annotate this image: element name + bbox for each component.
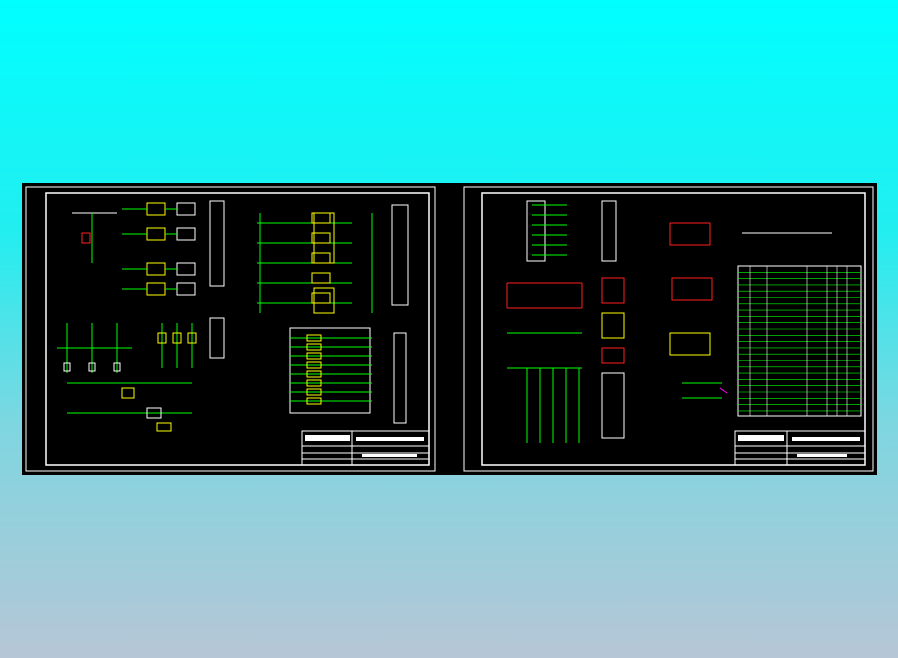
schematic-drawing — [25, 186, 874, 472]
component-box — [209, 317, 225, 359]
component-box — [146, 227, 166, 241]
left-schematic-sheet — [25, 186, 436, 472]
component-box — [601, 200, 617, 262]
component-box — [176, 227, 196, 241]
wire — [719, 387, 728, 394]
component-box — [601, 312, 625, 339]
title-block — [734, 430, 866, 466]
component-box — [146, 282, 166, 296]
component-box — [209, 200, 225, 287]
component-box — [669, 222, 711, 246]
component-box — [601, 372, 625, 439]
component-box — [289, 327, 371, 414]
circuit-wiring — [57, 200, 832, 443]
component-box — [146, 202, 166, 216]
component-box — [176, 282, 196, 296]
component-box — [311, 292, 331, 304]
component-box — [311, 252, 331, 264]
component-box — [601, 347, 625, 364]
component-box — [311, 212, 331, 224]
component-box — [176, 262, 196, 276]
component-box — [669, 332, 711, 356]
cad-drawing-canvas[interactable] — [22, 183, 877, 475]
component-box — [146, 262, 166, 276]
component-box — [391, 204, 409, 306]
table-frame — [737, 265, 862, 417]
component-box — [311, 232, 331, 244]
component-box — [601, 277, 625, 304]
component-box — [393, 332, 407, 424]
component-box — [671, 277, 713, 301]
component-box — [81, 232, 91, 244]
component-box — [156, 422, 172, 432]
component-box — [313, 212, 335, 264]
component-box — [176, 202, 196, 216]
parts-list-table — [737, 265, 862, 417]
component-box — [311, 272, 331, 284]
title-block — [301, 430, 430, 466]
component-box — [526, 200, 546, 262]
right-schematic-sheet — [463, 186, 874, 472]
component-box — [121, 387, 135, 399]
component-box — [313, 287, 335, 314]
